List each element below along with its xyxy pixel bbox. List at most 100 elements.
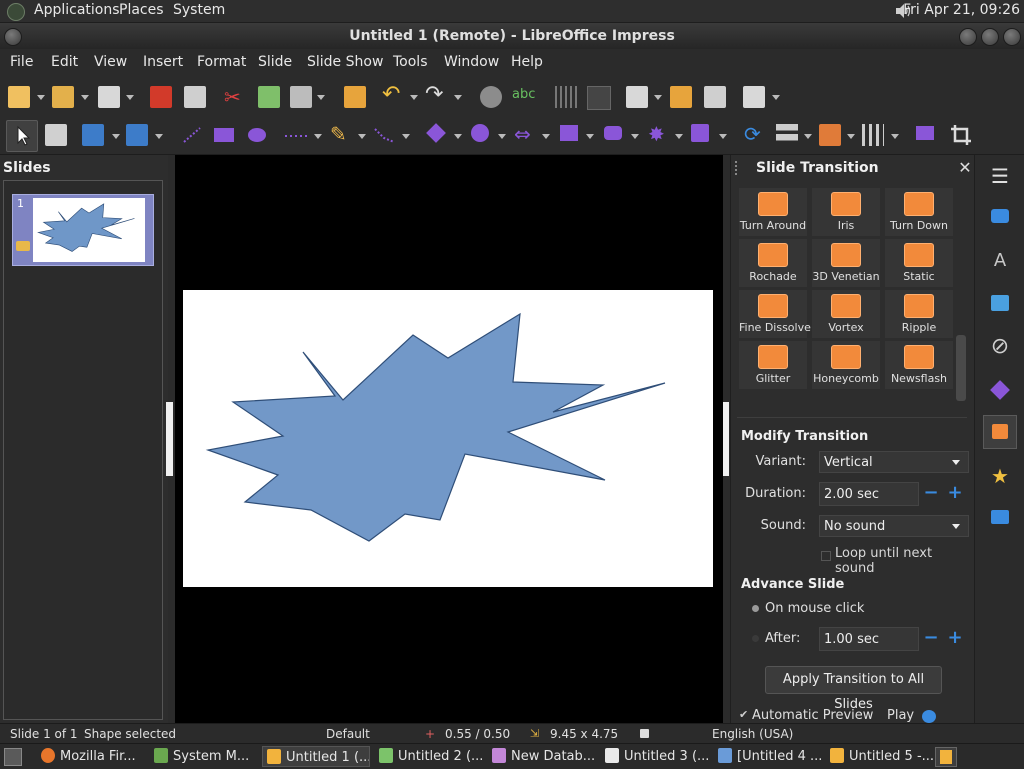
panel-close-icon[interactable]: ✕ — [958, 160, 972, 176]
callouts-dropdown-icon[interactable] — [631, 134, 639, 139]
arrange-icon[interactable] — [819, 124, 841, 146]
transition-iris[interactable]: Iris — [812, 188, 880, 236]
align-dropdown-icon[interactable] — [804, 134, 812, 139]
panel-grip[interactable] — [735, 161, 740, 175]
cut-icon[interactable]: ✂ — [224, 86, 246, 108]
undo-icon[interactable]: ↶ — [382, 84, 404, 106]
find-replace-icon[interactable] — [480, 86, 502, 108]
task-new-database[interactable]: New Datab... — [488, 746, 596, 767]
menu-insert[interactable]: Insert — [143, 54, 183, 70]
task-untitled-5[interactable]: Untitled 5 -... — [826, 746, 934, 767]
menu-window[interactable]: Window — [444, 54, 499, 70]
menu-slide-show[interactable]: Slide Show — [307, 54, 383, 70]
save-dropdown-icon[interactable] — [126, 95, 134, 100]
curve-tool-icon[interactable]: ✎ — [330, 122, 352, 146]
task-untitled-4[interactable]: [Untitled 4 ... — [714, 746, 822, 767]
line-color-icon[interactable] — [82, 124, 104, 146]
slide-thumbnail[interactable] — [33, 198, 145, 262]
slide-page[interactable] — [183, 290, 713, 587]
maximize-button[interactable] — [981, 28, 999, 46]
stars-dropdown-icon[interactable] — [675, 134, 683, 139]
arrange-dropdown-icon[interactable] — [847, 134, 855, 139]
close-button[interactable] — [1003, 28, 1021, 46]
3d-objects-icon[interactable] — [691, 124, 709, 142]
duration-increase-icon[interactable]: + — [944, 482, 966, 506]
transition-turn-down[interactable]: Turn Down — [885, 188, 953, 236]
line-tool-icon[interactable] — [180, 124, 204, 146]
menu-slide[interactable]: Slide — [258, 54, 292, 70]
block-arrows-icon[interactable]: ⇔ — [514, 122, 536, 146]
open-dropdown-icon[interactable] — [81, 95, 89, 100]
align-icon[interactable] — [776, 124, 798, 146]
play-icon[interactable] — [922, 710, 936, 723]
menu-file[interactable]: File — [10, 54, 33, 70]
ellipse-tool-icon[interactable] — [248, 128, 266, 142]
save-icon[interactable] — [98, 86, 120, 108]
variant-select[interactable]: Vertical — [819, 451, 969, 473]
apply-all-button[interactable]: Apply Transition to All Slides — [765, 666, 942, 712]
loop-checkbox[interactable] — [821, 551, 831, 561]
clone-formatting-icon[interactable] — [344, 86, 366, 108]
duration-decrease-icon[interactable]: − — [920, 482, 942, 506]
shapes-icon[interactable] — [983, 373, 1017, 407]
transition-glitter[interactable]: Glitter — [739, 341, 807, 389]
connector-icon[interactable] — [372, 124, 398, 146]
clock[interactable]: Fri Apr 21, 09:26 — [903, 2, 1020, 18]
task-untitled-3[interactable]: Untitled 3 (... — [601, 746, 709, 767]
slides-list[interactable]: 1 — [3, 180, 163, 720]
stars-icon[interactable]: ✸ — [648, 122, 668, 146]
explosion-shape[interactable] — [183, 290, 713, 587]
transition-3d-venetian[interactable]: 3D Venetian — [812, 239, 880, 287]
delete-slide-icon[interactable] — [704, 86, 726, 108]
symbol-shapes-icon[interactable] — [471, 124, 489, 142]
duration-input[interactable]: 2.00 sec — [819, 482, 919, 506]
gallery-icon[interactable] — [983, 287, 1017, 321]
navigator-icon[interactable]: ⊘ — [983, 330, 1017, 364]
callouts-icon[interactable] — [604, 126, 622, 140]
basic-shapes-icon[interactable] — [426, 123, 446, 143]
block-arrows-dropdown-icon[interactable] — [542, 134, 550, 139]
new-dropdown-icon[interactable] — [37, 95, 45, 100]
arrow-line-icon[interactable] — [283, 124, 309, 146]
language-status[interactable]: English (USA) — [712, 727, 793, 741]
task-untitled-1[interactable]: Untitled 1 (... — [262, 746, 370, 767]
animation-icon[interactable]: ★ — [983, 459, 1017, 493]
master-page-status[interactable]: Default — [326, 727, 370, 741]
distribute-dropdown-icon[interactable] — [891, 134, 899, 139]
distro-logo-icon[interactable] — [7, 3, 25, 21]
after-time-input[interactable]: 1.00 sec — [819, 627, 919, 651]
lines-dropdown-icon[interactable] — [314, 134, 322, 139]
gallery-scrollbar-thumb[interactable] — [956, 335, 966, 401]
applications-menu[interactable]: Applications — [34, 2, 120, 18]
select-tool-button[interactable] — [6, 120, 38, 152]
sound-select[interactable]: No sound — [819, 515, 969, 537]
insert-image-dropdown-icon[interactable] — [654, 95, 662, 100]
connectors-dropdown-icon[interactable] — [402, 134, 410, 139]
curves-dropdown-icon[interactable] — [358, 134, 366, 139]
slide-layout-icon[interactable] — [743, 86, 765, 108]
properties-icon[interactable] — [983, 201, 1017, 235]
window-titlebar[interactable]: Untitled 1 (Remote) - LibreOffice Impres… — [0, 23, 1024, 49]
after-decrease-icon[interactable]: − — [920, 627, 942, 651]
paste-dropdown-icon[interactable] — [317, 95, 325, 100]
transition-ripple[interactable]: Ripple — [885, 290, 953, 338]
spelling-icon[interactable]: abc — [512, 84, 536, 106]
transition-vortex[interactable]: Vortex — [812, 290, 880, 338]
rectangle-tool-icon[interactable] — [214, 128, 234, 142]
sidebar-splitter[interactable] — [723, 402, 729, 476]
task-firefox[interactable]: Mozilla Fir... — [37, 746, 145, 767]
redo-dropdown-icon[interactable] — [454, 95, 462, 100]
task-untitled-2[interactable]: Untitled 2 (... — [375, 746, 483, 767]
transition-turn-around[interactable]: Turn Around — [739, 188, 807, 236]
flowchart-icon[interactable] — [560, 125, 578, 141]
symbol-shapes-dropdown-icon[interactable] — [498, 134, 506, 139]
duplicate-slide-icon[interactable] — [670, 86, 692, 108]
task-system-monitor[interactable]: System M... — [150, 746, 258, 767]
flowchart-dropdown-icon[interactable] — [586, 134, 594, 139]
insert-image-icon[interactable] — [626, 86, 648, 108]
menu-tools[interactable]: Tools — [393, 54, 428, 70]
basic-shapes-dropdown-icon[interactable] — [454, 134, 462, 139]
show-desktop-icon[interactable] — [4, 748, 22, 766]
on-click-radio[interactable] — [752, 605, 759, 612]
after-increase-icon[interactable]: + — [944, 627, 966, 651]
